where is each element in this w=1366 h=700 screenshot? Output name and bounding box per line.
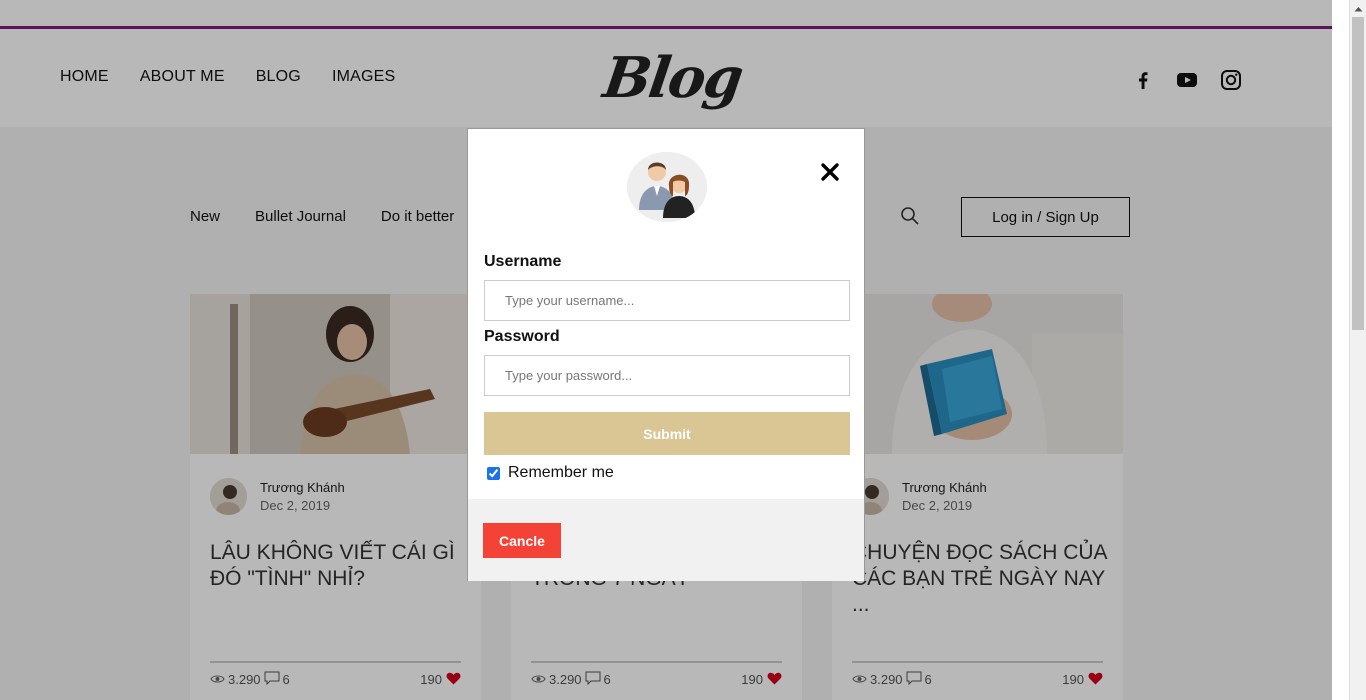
username-label: Username [484, 253, 562, 270]
modal-footer: Cancle [468, 499, 864, 581]
page: HOME ABOUT ME BLOG IMAGES Blog New Bulle… [0, 0, 1332, 700]
password-label: Password [484, 328, 560, 345]
close-icon[interactable] [818, 160, 842, 184]
submit-button[interactable]: Submit [484, 412, 850, 455]
scrollbar-thumb[interactable] [1352, 17, 1364, 330]
cancel-button[interactable]: Cancle [483, 523, 561, 558]
password-input[interactable] [484, 355, 850, 396]
remember-me[interactable]: Remember me [487, 464, 614, 482]
vertical-scrollbar[interactable] [1349, 0, 1366, 700]
window-gutter [1332, 0, 1349, 700]
remember-me-checkbox[interactable] [487, 466, 500, 480]
remember-me-label: Remember me [508, 464, 614, 481]
login-modal: Username Password Submit Remember me Can… [467, 128, 865, 581]
scroll-up-icon[interactable] [1350, 0, 1366, 17]
users-avatar-icon [627, 152, 707, 222]
username-input[interactable] [484, 280, 850, 321]
